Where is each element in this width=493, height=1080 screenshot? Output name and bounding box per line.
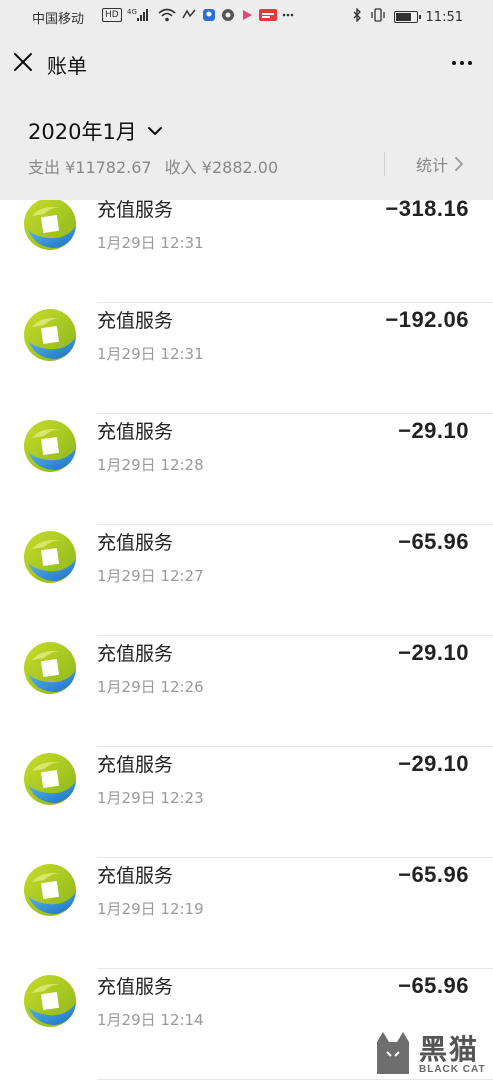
- month-selector[interactable]: 2020年1月: [28, 116, 163, 146]
- stats-label: 统计: [416, 156, 449, 175]
- wifi-icon: [158, 8, 176, 22]
- transaction-row[interactable]: 充值服务 1月29日 12:23 −29.10: [0, 747, 493, 858]
- page-title: 账单: [47, 54, 87, 78]
- transaction-amount: −65.96: [398, 973, 469, 998]
- chevron-down-icon: [147, 127, 162, 135]
- transaction-title: 充值服务: [97, 421, 174, 443]
- transaction-time: 1月29日 12:14: [97, 1011, 204, 1029]
- network-type-label: 4G: [127, 8, 137, 16]
- transaction-amount: −65.96: [398, 862, 469, 887]
- transaction-time: 1月29日 12:31: [97, 345, 204, 363]
- transaction-title: 充值服务: [97, 200, 174, 221]
- battery-icon: [393, 11, 421, 23]
- transaction-time: 1月29日 12:27: [97, 567, 204, 585]
- more-dot: [460, 61, 464, 65]
- month-summary-header: 2020年1月 支出 ¥11782.67 收入 ¥2882.00 统计: [0, 94, 493, 200]
- transaction-title: 充值服务: [97, 532, 174, 554]
- more-notifications-icon: [282, 8, 294, 22]
- transaction-title: 充值服务: [97, 865, 174, 887]
- app-notification-icon: [181, 8, 197, 22]
- transaction-row[interactable]: 充值服务 1月29日 12:28 −29.10: [0, 414, 493, 525]
- nav-bar: 账单: [0, 34, 493, 94]
- bluetooth-icon: [352, 7, 362, 26]
- transaction-row[interactable]: 充值服务 1月29日 12:19 −65.96: [0, 858, 493, 969]
- signal-icon: 4G: [127, 8, 153, 22]
- merchant-logo-icon: [22, 307, 78, 363]
- merchant-logo-icon: [22, 529, 78, 585]
- battery-level: [395, 13, 412, 21]
- transaction-row[interactable]: 充值服务 1月29日 12:31 −318.16: [0, 200, 493, 303]
- transaction-title: 充值服务: [97, 754, 174, 776]
- account-icon: [202, 8, 216, 22]
- stats-button[interactable]: 统计: [416, 152, 464, 176]
- expense-total: 支出 ¥11782.67: [28, 158, 152, 177]
- transaction-amount: −29.10: [398, 751, 469, 776]
- clock-label: 11:51: [425, 9, 463, 25]
- close-button[interactable]: [10, 49, 36, 75]
- more-dot: [468, 61, 472, 65]
- transaction-time: 1月29日 12:28: [97, 456, 204, 474]
- merchant-logo-icon: [22, 862, 78, 918]
- transaction-list: 充值服务 1月29日 12:31 −318.16 充值服务 1月29日 12:3…: [0, 200, 493, 1080]
- transaction-title: 充值服务: [97, 976, 174, 998]
- status-bar: 中国移动 HD 4G 11:51: [0, 0, 493, 34]
- merchant-logo-icon: [22, 200, 78, 252]
- status-icons-left: HD 4G: [102, 8, 294, 22]
- transaction-amount: −29.10: [398, 418, 469, 443]
- income-total: 收入 ¥2882.00: [164, 158, 279, 177]
- merchant-logo-icon: [22, 640, 78, 696]
- close-icon: [14, 53, 32, 71]
- video-app-icon: [240, 8, 254, 22]
- transaction-amount: −65.96: [398, 529, 469, 554]
- transaction-row[interactable]: 充值服务 1月29日 12:27 −65.96: [0, 525, 493, 636]
- chevron-right-icon: [455, 157, 463, 171]
- transaction-row[interactable]: 充值服务 1月29日 12:26 −29.10: [0, 636, 493, 747]
- transaction-title: 充值服务: [97, 643, 174, 665]
- watermark-cn: 黑猫: [419, 1033, 480, 1066]
- divider: [384, 152, 385, 176]
- expense-income-summary: 支出 ¥11782.67 收入 ¥2882.00: [28, 154, 278, 178]
- hd-icon: HD: [102, 8, 122, 22]
- news-app-icon: [258, 8, 277, 22]
- more-button[interactable]: [449, 52, 475, 74]
- watermark-en: BLACK CAT: [419, 1064, 486, 1075]
- transaction-title: 充值服务: [97, 310, 174, 332]
- vibrate-icon: [370, 8, 386, 26]
- transaction-time: 1月29日 12:23: [97, 789, 204, 807]
- merchant-logo-icon: [22, 973, 78, 1029]
- merchant-logo-icon: [22, 418, 78, 474]
- transaction-time: 1月29日 12:31: [97, 234, 204, 252]
- transaction-row[interactable]: 充值服务 1月29日 12:31 −192.06: [0, 303, 493, 414]
- transaction-amount: −29.10: [398, 640, 469, 665]
- transaction-amount: −192.06: [385, 307, 469, 332]
- carrier-label: 中国移动: [32, 12, 85, 27]
- merchant-logo-icon: [22, 751, 78, 807]
- status-icons-right: 11:51: [352, 7, 463, 26]
- transaction-time: 1月29日 12:26: [97, 678, 204, 696]
- transaction-amount: −318.16: [385, 200, 469, 221]
- transaction-time: 1月29日 12:19: [97, 900, 204, 918]
- watermark-logo: 黑猫 BLACK CAT: [369, 1026, 493, 1080]
- more-dots-icon: [452, 61, 456, 65]
- month-label: 2020年1月: [28, 120, 137, 144]
- black-cat-logo-icon: [377, 1032, 409, 1074]
- settings-notification-icon: [221, 8, 235, 22]
